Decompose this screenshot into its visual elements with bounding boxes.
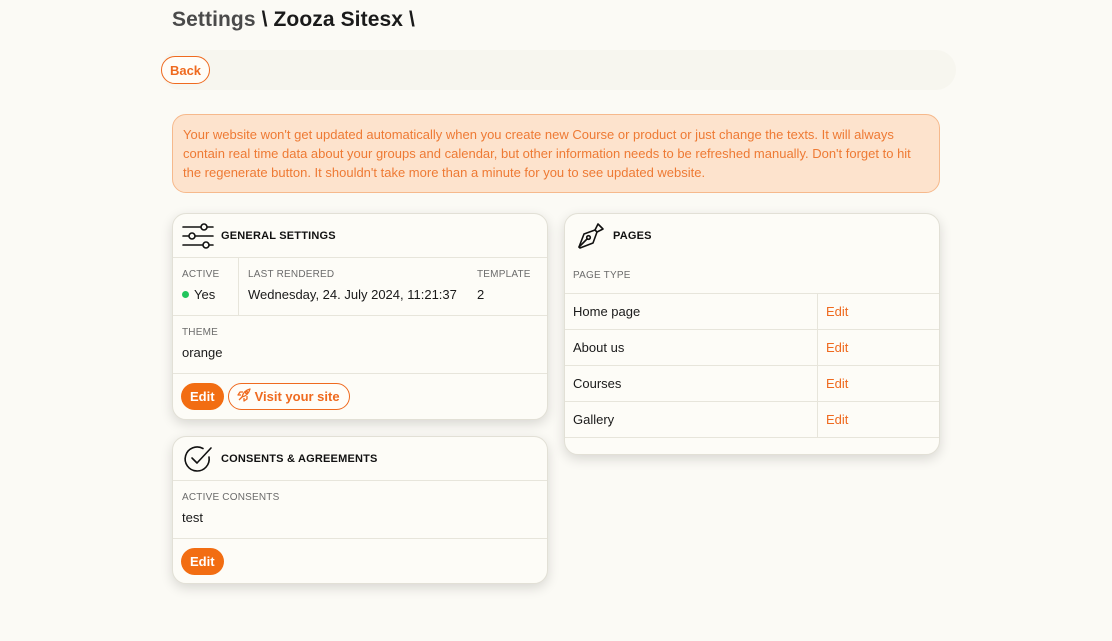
pages-table: Home page Edit About us Edit Courses Edi… [565, 294, 939, 438]
active-value: Yes [182, 287, 238, 302]
pen-nib-icon [573, 221, 607, 251]
info-alert: Your website won't get updated automatic… [172, 114, 940, 193]
toolbar: Back [161, 50, 956, 90]
template-label: TEMPLATE [477, 269, 531, 280]
last-rendered-cell: LAST RENDERED Wednesday, 24. July 2024, … [239, 258, 476, 315]
table-row: Gallery Edit [565, 402, 939, 438]
breadcrumb-separator-trailing: \ [408, 8, 415, 31]
edit-about-us-link[interactable]: Edit [818, 330, 848, 365]
active-label: ACTIVE [182, 269, 220, 280]
page-title: Settings \ Zooza Sitesx \ [172, 8, 415, 32]
sliders-icon [181, 221, 215, 251]
edit-home-page-link[interactable]: Edit [818, 294, 848, 329]
breadcrumb-site-name: Zooza Sitesx [273, 8, 404, 31]
breadcrumb-settings[interactable]: Settings [172, 8, 256, 31]
consents-header: CONSENTS & AGREEMENTS [173, 437, 547, 481]
theme-label: THEME [182, 327, 218, 338]
active-status-dot [182, 291, 189, 298]
general-settings-card: GENERAL SETTINGS ACTIVE Yes LAST RENDERE… [172, 213, 548, 420]
visit-site-label: Visit your site [254, 389, 340, 404]
last-rendered-value: Wednesday, 24. July 2024, 11:21:37 [248, 287, 457, 302]
general-settings-header: GENERAL SETTINGS [173, 214, 547, 258]
page-type-header: PAGE TYPE [565, 258, 939, 294]
theme-row: THEME orange [173, 316, 547, 374]
general-settings-actions: Edit Visit your site [173, 374, 547, 410]
edit-gallery-link[interactable]: Edit [818, 402, 848, 437]
page-name-home: Home page [565, 294, 818, 329]
pages-header: PAGES [565, 214, 939, 258]
general-settings-title: GENERAL SETTINGS [221, 229, 336, 242]
table-row: Courses Edit [565, 366, 939, 402]
active-consents-row: ACTIVE CONSENTS test [173, 481, 547, 539]
table-row: Home page Edit [565, 294, 939, 330]
active-cell: ACTIVE Yes [173, 258, 239, 315]
theme-value: orange [182, 345, 223, 360]
table-row: About us Edit [565, 330, 939, 366]
page-type-label: PAGE TYPE [573, 270, 631, 281]
active-value-text: Yes [194, 287, 216, 302]
pages-card: PAGES PAGE TYPE Home page Edit About us … [564, 213, 940, 455]
edit-courses-link[interactable]: Edit [818, 366, 848, 401]
general-settings-edit-button[interactable]: Edit [181, 383, 224, 410]
alert-text: Your website won't get updated automatic… [183, 127, 911, 180]
status-row: ACTIVE Yes LAST RENDERED Wednesday, 24. … [173, 258, 547, 316]
consents-card: CONSENTS & AGREEMENTS ACTIVE CONSENTS te… [172, 436, 548, 584]
page-name-courses: Courses [565, 366, 818, 401]
consents-actions: Edit [173, 539, 547, 575]
page-name-gallery: Gallery [565, 402, 818, 437]
consents-edit-button[interactable]: Edit [181, 548, 224, 575]
page-name-about: About us [565, 330, 818, 365]
rocket-icon [236, 388, 251, 405]
breadcrumb-separator: \ [261, 8, 268, 31]
active-consents-value: test [182, 510, 203, 525]
check-circle-icon [181, 444, 215, 474]
pages-title: PAGES [613, 230, 652, 242]
consents-title: CONSENTS & AGREEMENTS [221, 452, 378, 465]
template-cell: TEMPLATE 2 [476, 258, 531, 315]
visit-site-button[interactable]: Visit your site [227, 383, 350, 410]
last-rendered-label: LAST RENDERED [248, 269, 335, 280]
template-value: 2 [477, 287, 485, 302]
active-consents-label: ACTIVE CONSENTS [182, 492, 280, 503]
back-button[interactable]: Back [161, 56, 210, 84]
